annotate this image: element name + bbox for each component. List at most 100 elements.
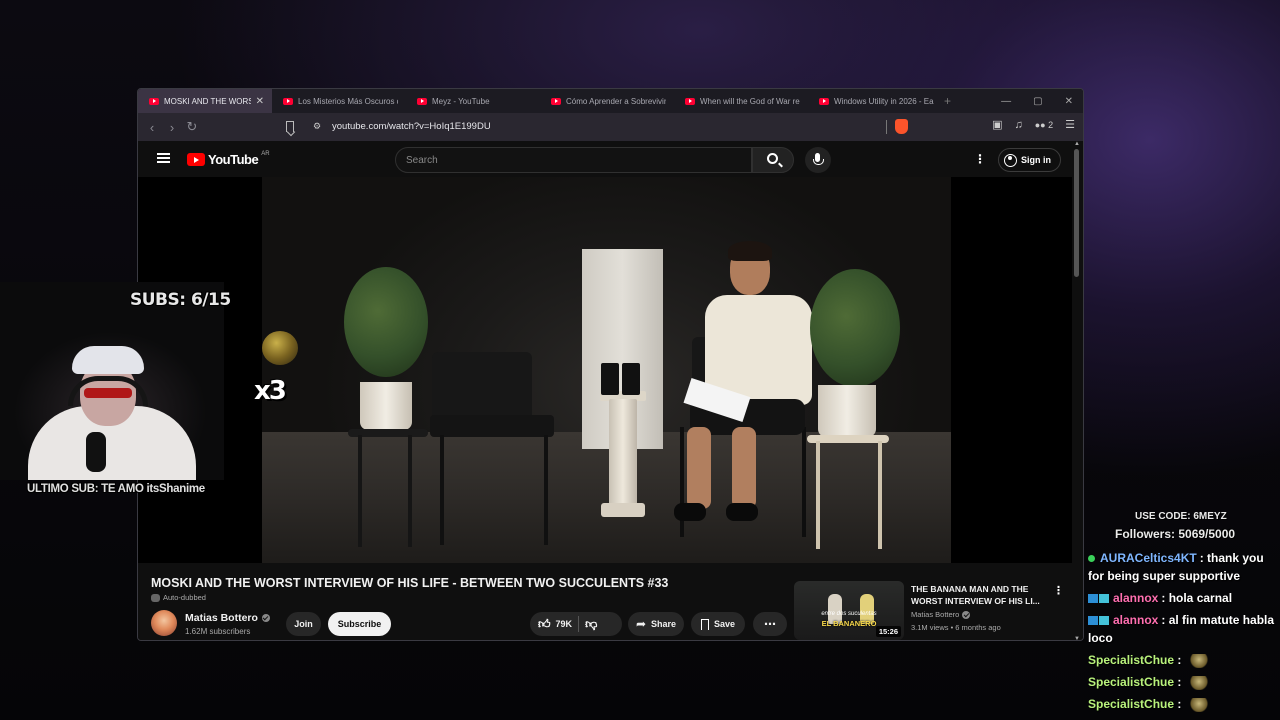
emote-icon bbox=[1189, 653, 1210, 668]
recommended-meta: 3.1M views • 6 months ago bbox=[911, 623, 1001, 632]
sign-in-button[interactable]: Sign in bbox=[998, 148, 1061, 172]
video-person-shoe bbox=[674, 503, 706, 521]
search-button[interactable] bbox=[752, 147, 794, 173]
more-actions-button[interactable]: ⋯ bbox=[753, 612, 787, 636]
chat-text: : bbox=[1174, 675, 1182, 689]
tab-title: Windows Utility in 2026 - Ea bbox=[834, 96, 934, 106]
voice-search-button[interactable] bbox=[805, 147, 831, 173]
video-chair-leg bbox=[440, 435, 444, 545]
divider bbox=[886, 120, 887, 134]
back-icon[interactable]: ‹ bbox=[142, 120, 162, 135]
recommended-thumbnail[interactable]: entre dos suculentas EL BANANERO 15:26 bbox=[794, 581, 904, 640]
tab-title: When will the God of War re bbox=[700, 96, 800, 106]
youtube-header: YouTube AR Search ⋮ Sign in bbox=[138, 141, 1083, 177]
video-cup bbox=[622, 363, 640, 395]
youtube-play-icon bbox=[187, 153, 205, 166]
recommended-kebab-icon[interactable]: ⋮ bbox=[1053, 584, 1064, 597]
tab[interactable]: Windows Utility in 2026 - Ea bbox=[808, 89, 942, 113]
bookmark-icon[interactable] bbox=[286, 121, 294, 132]
recommended-title[interactable]: THE BANANA MAN AND THE WORST INTERVIEW O… bbox=[911, 583, 1051, 607]
video-person-hair bbox=[728, 241, 772, 261]
channel-avatar[interactable] bbox=[151, 610, 177, 636]
chat-badge-icon bbox=[1099, 616, 1109, 626]
use-code: USE CODE: 6MEYZ bbox=[1135, 511, 1227, 522]
scrollbar[interactable]: ▲ ▼ bbox=[1072, 141, 1081, 640]
youtube-logo[interactable]: YouTube AR bbox=[187, 151, 270, 167]
tab-title: Los Misterios Más Oscuros de bbox=[298, 96, 398, 106]
site-info-icon[interactable]: ⚙ bbox=[313, 121, 321, 132]
verified-icon bbox=[261, 614, 270, 622]
video-cup bbox=[601, 363, 619, 395]
minimize-icon[interactable]: — bbox=[1001, 96, 1011, 107]
scroll-up-icon[interactable]: ▲ bbox=[1074, 141, 1080, 147]
video-plant bbox=[344, 267, 428, 377]
dislike-button[interactable]: 👎︎ bbox=[585, 618, 597, 630]
share-label: Share bbox=[651, 619, 677, 629]
chat-badge-icon bbox=[1088, 555, 1095, 563]
extensions-icon[interactable]: ●● 2 bbox=[1035, 120, 1053, 130]
sidebar-icon[interactable]: ▣ bbox=[992, 118, 1002, 131]
chat-message: AURACeltics4KT: thank you for being supe… bbox=[1088, 549, 1278, 585]
join-button[interactable]: Join bbox=[286, 612, 321, 636]
hamburger-menu-icon[interactable] bbox=[157, 153, 170, 163]
media-icon[interactable]: ♫ bbox=[1014, 119, 1022, 131]
video-frame bbox=[262, 177, 951, 563]
scroll-down-icon[interactable]: ▼ bbox=[1074, 636, 1080, 640]
settings-kebab-icon[interactable]: ⋮ bbox=[974, 153, 986, 165]
sign-in-label: Sign in bbox=[1021, 155, 1051, 165]
scrollbar-thumb[interactable] bbox=[1074, 149, 1079, 277]
video-table-leg bbox=[816, 441, 820, 549]
tab[interactable]: Meyz - YouTube bbox=[406, 89, 540, 113]
tab-title: Cómo Aprender a Sobrevivir bbox=[566, 96, 666, 106]
brave-shield-icon[interactable] bbox=[895, 119, 908, 134]
tab[interactable]: Los Misterios Más Oscuros de bbox=[272, 89, 406, 113]
chat-username: AURACeltics4KT bbox=[1100, 551, 1197, 565]
chat-text: : bbox=[1174, 697, 1182, 711]
search-input[interactable]: Search bbox=[395, 147, 752, 173]
maximize-icon[interactable]: ▢ bbox=[1033, 96, 1042, 107]
chat-badge-icon bbox=[1088, 616, 1098, 626]
save-button[interactable]: Save bbox=[691, 612, 745, 636]
chat-text: : hola carnal bbox=[1161, 591, 1233, 605]
video-pillar bbox=[609, 399, 637, 509]
chat-username: SpecialistChue bbox=[1088, 675, 1175, 689]
chat-badge-icon bbox=[1088, 594, 1098, 604]
search-icon bbox=[767, 153, 778, 164]
extensions-count: 2 bbox=[1048, 119, 1054, 130]
youtube-favicon-icon bbox=[685, 97, 695, 105]
like-count: 79K bbox=[555, 619, 573, 629]
like-button[interactable]: 👍︎ 79K bbox=[530, 612, 572, 636]
subscribe-button[interactable]: Subscribe bbox=[328, 612, 391, 636]
video-person-shoe bbox=[726, 503, 758, 521]
youtube-wordmark: YouTube bbox=[208, 152, 259, 167]
forward-icon[interactable]: › bbox=[162, 120, 182, 135]
tab[interactable]: Cómo Aprender a Sobrevivir bbox=[540, 89, 674, 113]
channel-name-text: Matias Bottero bbox=[185, 612, 258, 624]
auto-dubbed-text: Auto-dubbed bbox=[163, 593, 206, 602]
divider bbox=[578, 616, 580, 632]
url-field[interactable]: youtube.com/watch?v=HoIq1E199DU bbox=[332, 121, 491, 132]
video-person-leg bbox=[687, 427, 711, 509]
menu-icon[interactable]: ☰ bbox=[1065, 118, 1075, 131]
tab-active[interactable]: MOSKI AND THE WORST INTERVIEW OF HIS LIF… bbox=[138, 89, 272, 113]
reload-icon[interactable]: ↻ bbox=[182, 119, 202, 135]
mascot-icon bbox=[262, 331, 298, 365]
tab[interactable]: When will the God of War re bbox=[674, 89, 808, 113]
bookmark-save-icon bbox=[700, 618, 709, 630]
save-label: Save bbox=[713, 619, 736, 629]
share-button[interactable]: ➦ Share bbox=[628, 612, 684, 636]
chat-username: alannox bbox=[1113, 591, 1159, 605]
new-tab-icon[interactable]: + bbox=[944, 94, 951, 108]
webcam-overlay bbox=[0, 282, 224, 480]
streamer-cap bbox=[72, 346, 144, 374]
close-window-icon[interactable]: ✕ bbox=[1065, 96, 1073, 107]
channel-name[interactable]: Matias Bottero bbox=[185, 612, 270, 624]
video-chair-leg bbox=[544, 435, 548, 545]
close-tab-icon[interactable]: ✕ bbox=[256, 96, 264, 107]
like-dislike-group: 👍︎ 79K 👎︎ bbox=[530, 612, 622, 636]
last-sub: ULTIMO SUB: TE AMO itsShanime bbox=[27, 483, 205, 495]
recommended-channel[interactable]: Matias Bottero bbox=[911, 610, 971, 619]
multiplier: x3 bbox=[254, 376, 287, 406]
recommended-channel-text: Matias Bottero bbox=[911, 610, 960, 619]
video-chair-leg bbox=[802, 427, 806, 537]
